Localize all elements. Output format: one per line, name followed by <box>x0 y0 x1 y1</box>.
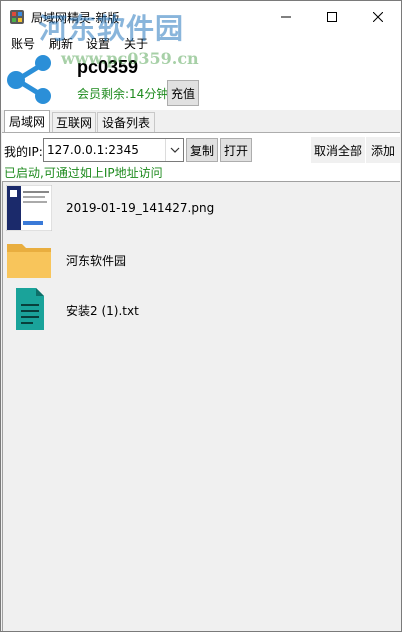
menu-settings[interactable]: 设置 <box>86 35 110 52</box>
minimize-button[interactable] <box>263 1 309 32</box>
ip-label: 我的IP: <box>4 145 43 159</box>
close-icon <box>373 11 383 22</box>
username: pc0359 <box>77 57 139 77</box>
file-item[interactable]: 河东软件园 <box>3 234 383 284</box>
app-window: 局域网精灵-新版 账号 刷新 设置 关于 pc0359 会员剩余:14分钟 充值… <box>0 0 402 632</box>
menu-bar: 账号 刷新 设置 关于 <box>1 32 401 54</box>
ip-select[interactable]: 127.0.0.1:2345 <box>43 138 184 162</box>
tab-bar: 局域网 互联网 设备列表 <box>1 110 401 132</box>
copy-button[interactable]: 复制 <box>186 138 218 162</box>
image-thumbnail-icon <box>5 184 53 232</box>
app-icon <box>9 9 25 25</box>
menu-account[interactable]: 账号 <box>11 35 35 52</box>
status-text: 已启动,可通过如上IP地址访问 <box>4 166 163 180</box>
share-logo-icon <box>5 54 55 106</box>
maximize-icon <box>327 11 337 22</box>
text-file-icon <box>6 286 52 332</box>
account-header: pc0359 会员剩余:14分钟 充值 <box>1 54 401 110</box>
menu-refresh[interactable]: 刷新 <box>49 35 73 52</box>
file-name: 2019-01-19_141427.png <box>66 201 215 215</box>
title-bar[interactable]: 局域网精灵-新版 <box>1 1 401 32</box>
file-item[interactable]: 安装2 (1).txt <box>3 284 383 334</box>
ip-row: 我的IP: 127.0.0.1:2345 复制 打开 取消全部 添加 <box>2 135 400 163</box>
file-item[interactable]: 2019-01-19_141427.png <box>3 183 383 233</box>
folder-icon <box>6 236 52 282</box>
window-title: 局域网精灵-新版 <box>31 11 120 25</box>
file-list[interactable]: 2019-01-19_141427.png 河东软件园 安装2 (1).txt <box>2 181 400 631</box>
minimize-icon <box>281 12 291 22</box>
chevron-down-icon[interactable] <box>165 139 183 161</box>
file-name: 河东软件园 <box>66 254 127 268</box>
maximize-button[interactable] <box>309 1 355 32</box>
menu-about[interactable]: 关于 <box>124 35 148 52</box>
file-name: 安装2 (1).txt <box>66 304 139 318</box>
open-button[interactable]: 打开 <box>220 138 252 162</box>
membership-remaining: 会员剩余:14分钟 <box>77 87 169 101</box>
tab-device-list[interactable]: 设备列表 <box>97 112 155 132</box>
recharge-button[interactable]: 充值 <box>167 80 199 106</box>
tab-lan[interactable]: 局域网 <box>4 110 50 132</box>
add-button[interactable]: 添加 <box>366 137 400 163</box>
cancel-all-button[interactable]: 取消全部 <box>311 137 365 163</box>
tab-internet[interactable]: 互联网 <box>52 112 96 132</box>
lan-panel: 我的IP: 127.0.0.1:2345 复制 打开 取消全部 添加 已启动,可… <box>2 132 400 631</box>
ip-select-value: 127.0.0.1:2345 <box>47 143 139 157</box>
close-button[interactable] <box>355 1 401 32</box>
